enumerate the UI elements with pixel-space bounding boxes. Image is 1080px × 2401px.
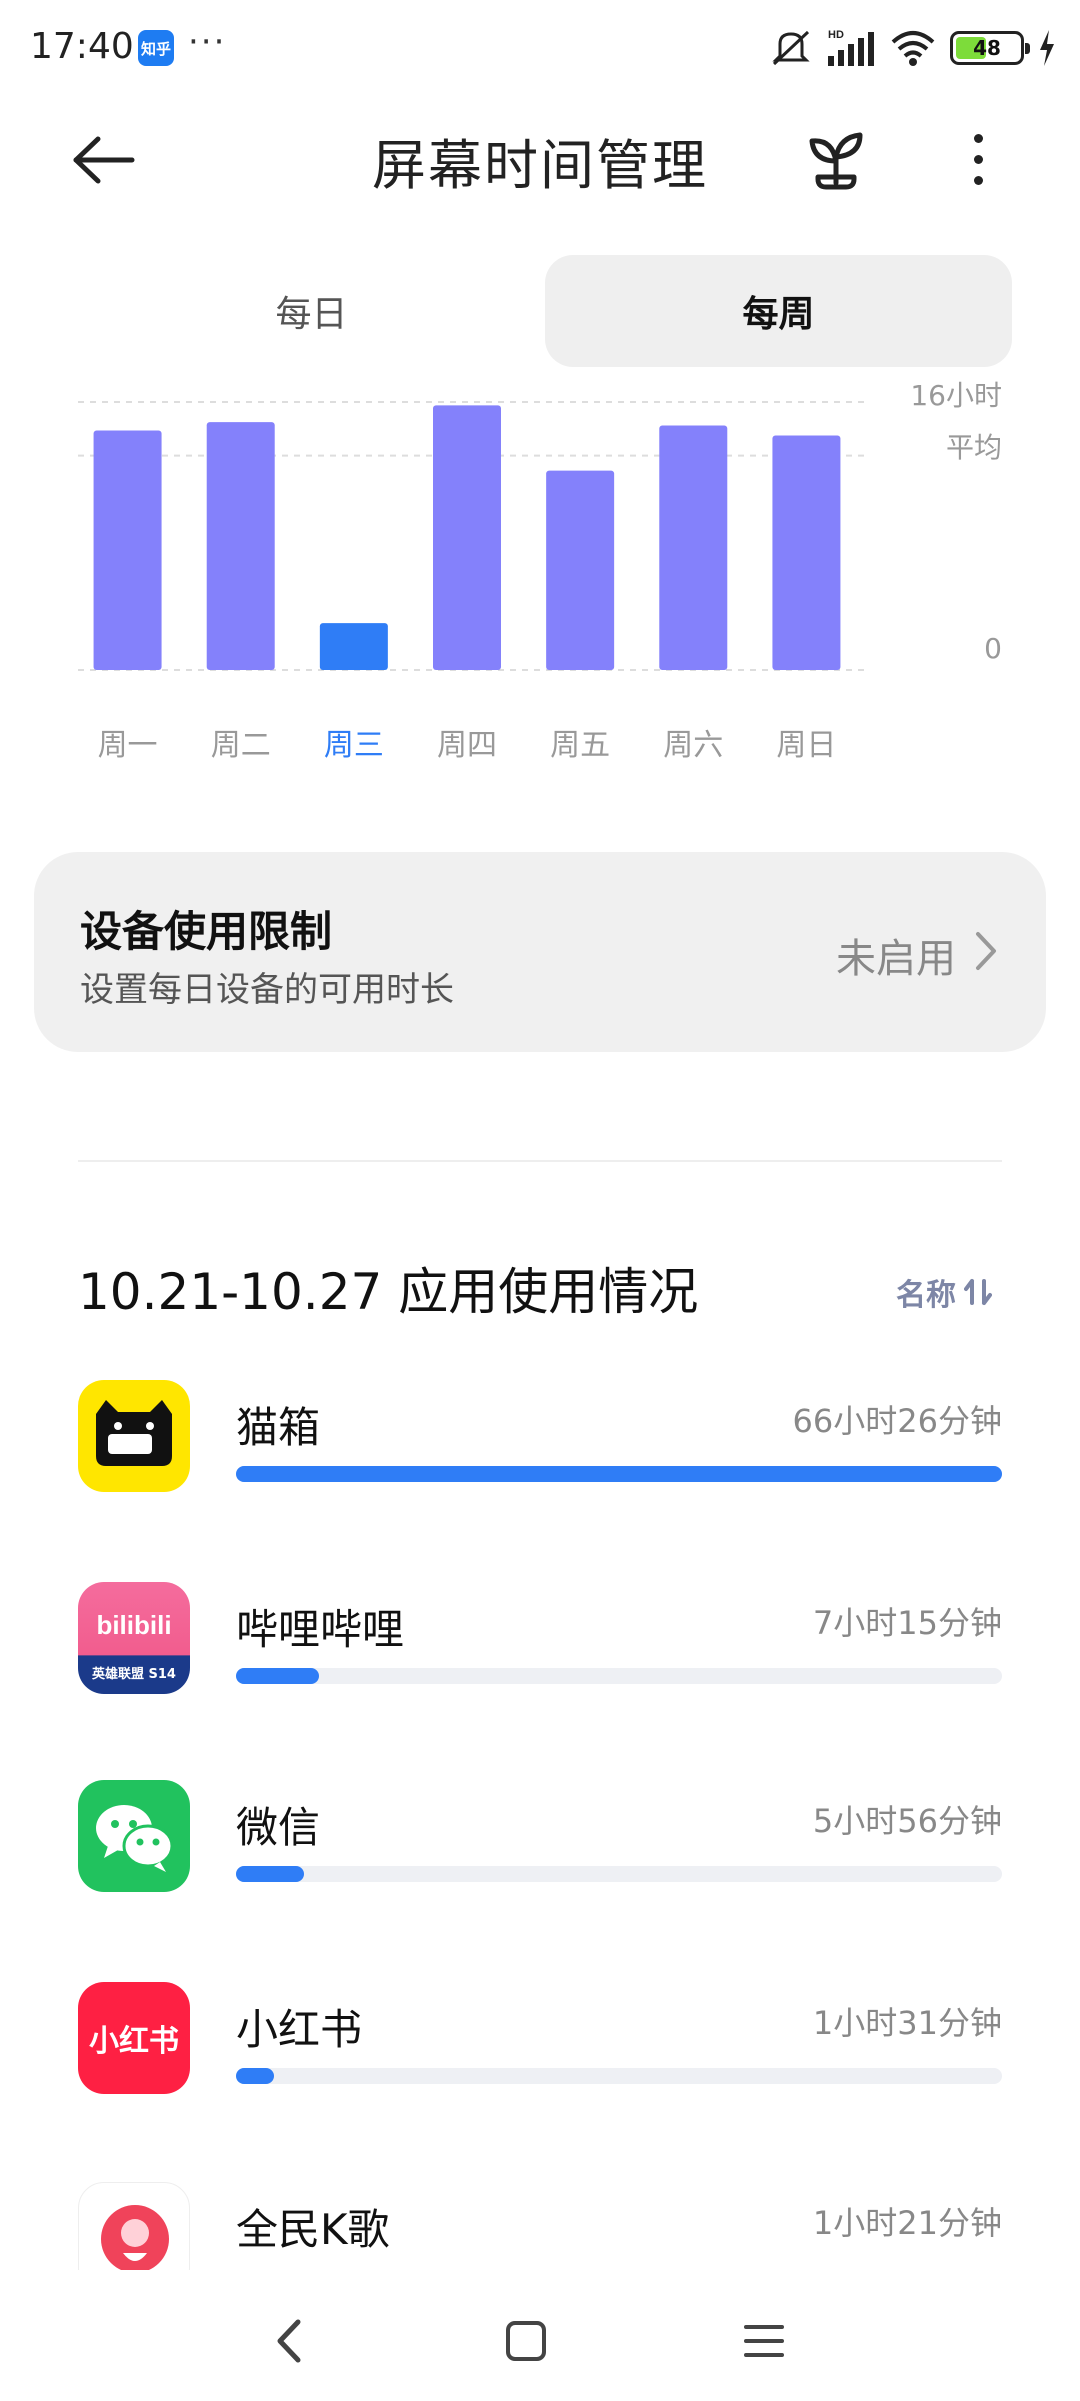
usage-bar-fill	[236, 1668, 320, 1684]
app-usage-time: 1小时31分钟	[812, 2004, 1002, 2042]
app-usage-time: 1小时21分钟	[812, 2204, 1002, 2242]
app-name: 猫箱	[236, 1403, 321, 1452]
dot-icon	[973, 133, 983, 143]
x-tick-label[interactable]: 周三	[304, 720, 404, 764]
sort-icon	[964, 1279, 992, 1305]
app-name: 全民K歌	[236, 2205, 390, 2254]
status-time: 17:40	[30, 26, 134, 67]
dot-icon	[973, 154, 983, 164]
kge-icon	[78, 2182, 190, 2270]
bilibili-icon: bilibili 英雄联盟 S14	[78, 1582, 190, 1694]
wifi-icon	[891, 31, 935, 66]
nav-home-button[interactable]	[486, 2306, 566, 2376]
app-usage-time: 66小时26分钟	[792, 1402, 1002, 1440]
app-usage-row-xiaohongshu[interactable]: 小红书 小红书 1小时31分钟	[0, 1982, 1080, 2142]
x-tick-label[interactable]: 周一	[78, 720, 178, 764]
zhihu-notification-icon: 知乎	[138, 30, 174, 66]
chevron-right-icon	[976, 932, 996, 970]
bilibili-wordmark: bilibili	[96, 1610, 171, 1640]
wechat-icon	[78, 1780, 190, 1892]
chart-bar-6[interactable]	[659, 425, 728, 670]
y-tick-average: 平均	[945, 431, 1002, 464]
network-type-label: HD	[828, 29, 844, 41]
app-usage-time: 5小时56分钟	[812, 1802, 1002, 1840]
sort-button[interactable]: 名称	[896, 1270, 992, 1314]
app-name: 哔哩哔哩	[236, 1605, 405, 1654]
app-usage-row-kge[interactable]: 全民K歌 1小时21分钟	[0, 2182, 1080, 2270]
usage-bar-fill	[236, 2068, 274, 2084]
chevron-left-icon	[277, 2319, 301, 2363]
system-navigation-bar	[0, 2270, 1080, 2401]
signal-icon: HD	[828, 29, 874, 66]
xiaohongshu-icon: 小红书	[78, 1982, 190, 2094]
usage-bar-fill	[236, 1466, 1002, 1482]
app-usage-row-maoxiang[interactable]: 猫箱 66小时26分钟	[0, 1380, 1080, 1540]
xiaohongshu-wordmark: 小红书	[89, 2024, 179, 2059]
more-options-button[interactable]	[950, 123, 1006, 195]
chart-bar-3[interactable]	[319, 623, 388, 670]
usage-bar-track	[236, 1466, 1002, 1482]
maoxiang-icon	[78, 1380, 190, 1492]
x-tick-label[interactable]: 周二	[191, 720, 291, 764]
app-usage-time: 7小时15分钟	[812, 1604, 1002, 1642]
chart-bar-5[interactable]	[546, 470, 615, 670]
page-title: 屏幕时间管理	[372, 134, 708, 197]
battery-icon: 48	[950, 31, 1030, 65]
y-tick-zero: 0	[984, 632, 1002, 665]
x-tick-label[interactable]: 周六	[643, 720, 743, 764]
nav-recents-button[interactable]	[724, 2306, 804, 2376]
square-icon	[506, 2321, 546, 2361]
y-tick-max: 16小时	[910, 379, 1002, 412]
x-tick-label[interactable]: 周四	[417, 720, 517, 764]
usage-bar-track	[236, 1668, 1002, 1684]
bilibili-badge-text: 英雄联盟 S14	[91, 1666, 176, 1682]
app-name: 小红书	[236, 2005, 363, 2054]
usage-section-title: 10.21-10.27 应用使用情况	[78, 1263, 699, 1321]
device-limit-status: 未启用	[836, 936, 956, 982]
tab-daily[interactable]: 每日	[78, 255, 545, 367]
device-limit-title: 设备使用限制	[80, 907, 333, 956]
menu-lines-icon	[744, 2325, 784, 2357]
period-tabs: 每日 每周	[78, 255, 1012, 367]
x-tick-label[interactable]: 周日	[756, 720, 856, 764]
sprout-icon	[809, 132, 863, 190]
header: 屏幕时间管理	[0, 95, 1080, 225]
app-usage-row-bilibili[interactable]: bilibili 英雄联盟 S14 哔哩哔哩 7小时15分钟	[0, 1582, 1080, 1742]
battery-level: 48	[973, 36, 1001, 60]
app-name: 微信	[236, 1803, 321, 1852]
chart-bar-7[interactable]	[772, 435, 841, 671]
more-notifications-icon: ···	[188, 22, 227, 62]
status-bar: 17:40 知乎 ··· HD 48	[0, 0, 1080, 95]
chart-bar-1[interactable]	[93, 430, 162, 670]
dot-icon	[973, 175, 983, 185]
sort-label: 名称	[896, 1278, 956, 1313]
chart-bar-4[interactable]	[433, 405, 501, 670]
usage-bar-fill	[236, 1866, 305, 1882]
x-tick-label[interactable]: 周五	[530, 720, 630, 764]
mute-icon	[772, 30, 810, 66]
device-limit-subtitle: 设置每日设备的可用时长	[80, 970, 454, 1010]
charging-icon	[1040, 30, 1054, 66]
usage-bar-track	[236, 1866, 1002, 1882]
chart-bar-2[interactable]	[206, 422, 275, 670]
tab-weekly[interactable]: 每周	[545, 255, 1012, 367]
usage-bar-track	[236, 2068, 1002, 2084]
app-usage-row-wechat[interactable]: 微信 5小时56分钟	[0, 1780, 1080, 1940]
divider	[78, 1160, 1002, 1162]
device-limit-card[interactable]: 设备使用限制 设置每日设备的可用时长 未启用	[34, 852, 1046, 1052]
nav-back-button[interactable]	[250, 2306, 330, 2376]
status-icons: HD 48	[770, 28, 1056, 68]
focus-mode-button[interactable]	[800, 123, 872, 195]
weekly-usage-chart: 16小时 平均 0 周一 周二 周三 周四 周五 周六 周日	[0, 379, 1080, 763]
